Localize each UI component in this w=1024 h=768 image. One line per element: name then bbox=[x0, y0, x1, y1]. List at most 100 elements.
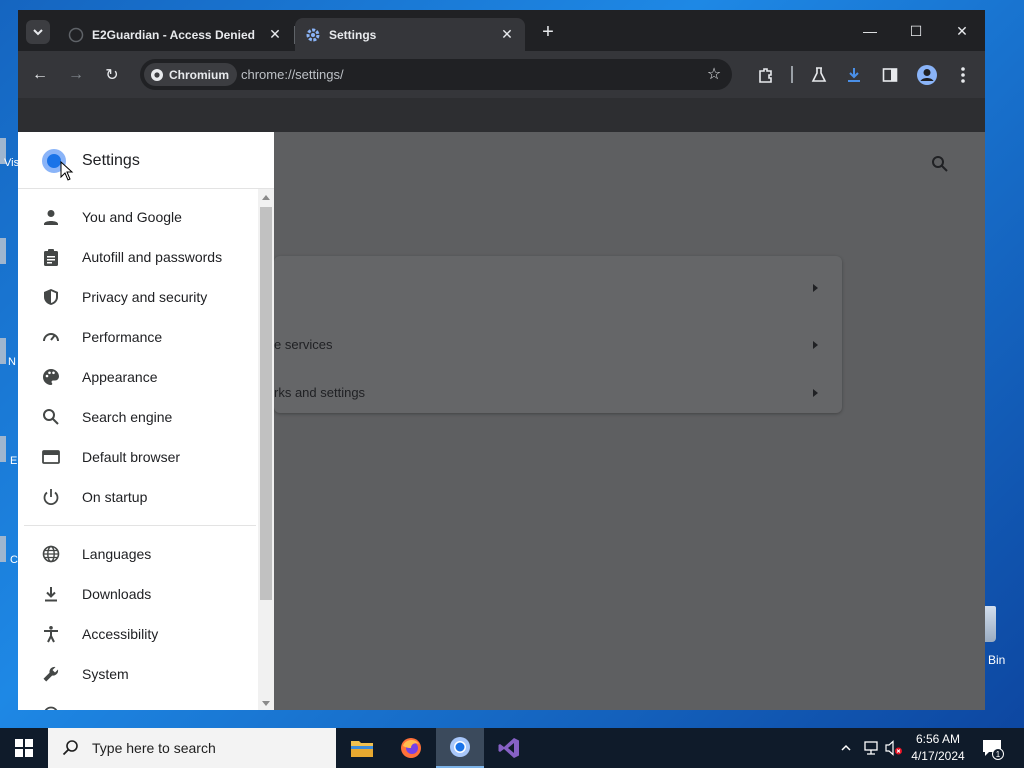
nav-item-accessibility[interactable]: Accessibility bbox=[18, 614, 256, 654]
nav-item-appearance[interactable]: Appearance bbox=[18, 357, 256, 397]
card-row-label: e services bbox=[274, 337, 333, 352]
reload-button[interactable]: ↻ bbox=[98, 61, 126, 89]
search-icon bbox=[932, 156, 948, 172]
chevron-down-icon bbox=[33, 29, 43, 36]
nav-item-system[interactable]: System bbox=[18, 654, 256, 694]
nav-item-reset[interactable] bbox=[18, 694, 256, 710]
arrow-right-icon bbox=[813, 389, 818, 397]
tab-e2guardian[interactable]: E2Guardian - Access Denied ✕ bbox=[58, 18, 293, 51]
notification-icon: 1 bbox=[983, 740, 1004, 760]
chromium-logo-icon bbox=[151, 68, 163, 81]
close-window-button[interactable]: ✕ bbox=[939, 16, 985, 46]
nav-item-label: Autofill and passwords bbox=[82, 249, 223, 265]
notification-center-button[interactable]: 1 bbox=[980, 736, 1004, 760]
show-hidden-icons-button[interactable] bbox=[836, 738, 856, 758]
desktop-icon-label: N bbox=[8, 356, 16, 368]
tab-title: E2Guardian - Access Denied bbox=[92, 27, 255, 42]
address-bar[interactable]: Chromium chrome://settings/ ☆ bbox=[140, 59, 732, 90]
close-tab-icon[interactable]: ✕ bbox=[497, 25, 517, 45]
volume-muted-icon bbox=[885, 740, 902, 756]
taskbar-search[interactable]: Type here to search bbox=[48, 728, 336, 768]
tab-title: Settings bbox=[329, 27, 377, 42]
flask-icon bbox=[811, 67, 827, 82]
nav-item-languages[interactable]: Languages bbox=[18, 534, 256, 574]
chevron-up-icon bbox=[841, 744, 851, 751]
arrow-right-icon bbox=[813, 341, 818, 349]
nav-item-default-browser[interactable]: Default browser bbox=[18, 437, 256, 477]
start-button[interactable] bbox=[0, 728, 48, 768]
nav-item-you-and-google[interactable]: You and Google bbox=[18, 197, 256, 237]
desktop-icon-label: Vis bbox=[4, 157, 20, 169]
url-text[interactable]: chrome://settings/ bbox=[241, 67, 344, 82]
toolbar-divider bbox=[791, 66, 793, 83]
card-row[interactable] bbox=[274, 268, 842, 308]
desktop-icon-fragment[interactable] bbox=[0, 338, 6, 364]
shield-icon bbox=[44, 289, 58, 305]
chromium-taskbar-button[interactable] bbox=[436, 728, 484, 768]
site-chip-label: Chromium bbox=[169, 67, 229, 82]
taskbar: Type here to search 6:56 AM 4/17/2024 1 bbox=[0, 728, 1024, 768]
card-row-label: rks and settings bbox=[274, 385, 366, 400]
nav-item-performance[interactable]: Performance bbox=[18, 317, 256, 357]
scrollbar-thumb[interactable] bbox=[260, 207, 272, 600]
nav-item-on-startup[interactable]: On startup bbox=[18, 477, 256, 517]
settings-page: e services rks and settings Settings You… bbox=[18, 132, 985, 710]
browser-window: E2Guardian - Access Denied ✕ Settings ✕ … bbox=[18, 10, 985, 710]
close-tab-icon[interactable]: ✕ bbox=[265, 25, 285, 45]
side-panel-button[interactable] bbox=[876, 61, 904, 89]
system-clock[interactable]: 6:56 AM 4/17/2024 bbox=[905, 731, 971, 765]
desktop-icon-fragment[interactable] bbox=[0, 536, 6, 562]
nav-item-label: On startup bbox=[82, 489, 148, 505]
menu-button[interactable] bbox=[949, 61, 977, 89]
extensions-button[interactable] bbox=[752, 61, 780, 89]
desktop-icon-fragment[interactable] bbox=[0, 238, 6, 264]
downloads-button[interactable] bbox=[840, 61, 868, 89]
tab-search-button[interactable] bbox=[26, 20, 50, 44]
visual-studio-icon bbox=[498, 738, 519, 758]
nav-item-downloads[interactable]: Downloads bbox=[18, 574, 256, 614]
forward-button[interactable]: → bbox=[62, 61, 90, 89]
recycle-bin-label: Bin bbox=[988, 653, 1006, 667]
network-button[interactable] bbox=[861, 738, 881, 758]
clock-time: 6:56 AM bbox=[915, 732, 961, 746]
clipboard-icon bbox=[44, 249, 58, 266]
gear-icon bbox=[306, 28, 320, 41]
file-explorer-button[interactable] bbox=[338, 728, 386, 768]
search-settings-button[interactable] bbox=[930, 154, 954, 178]
nav-item-label: Appearance bbox=[82, 369, 158, 385]
download-icon bbox=[848, 68, 860, 82]
profile-button[interactable] bbox=[913, 61, 941, 89]
tab-settings[interactable]: Settings ✕ bbox=[295, 18, 525, 51]
network-icon bbox=[864, 741, 878, 755]
scroll-down-icon[interactable] bbox=[262, 701, 270, 706]
maximize-button[interactable]: ☐ bbox=[893, 16, 939, 46]
palette-icon bbox=[43, 369, 59, 385]
firefox-button[interactable] bbox=[387, 728, 435, 768]
globe-icon bbox=[68, 27, 84, 42]
person-icon bbox=[44, 210, 58, 225]
volume-button[interactable] bbox=[884, 738, 904, 758]
desktop-icon-label: E bbox=[10, 455, 18, 467]
nav-item-search-engine[interactable]: Search engine bbox=[18, 397, 256, 437]
globe-icon bbox=[42, 545, 60, 563]
nav-item-privacy[interactable]: Privacy and security bbox=[18, 277, 256, 317]
drawer-scrollbar[interactable] bbox=[258, 189, 274, 710]
reset-icon bbox=[44, 706, 58, 710]
visual-studio-button[interactable] bbox=[485, 728, 533, 768]
labs-button[interactable] bbox=[805, 61, 833, 89]
nav-item-label: Privacy and security bbox=[82, 289, 208, 305]
scroll-up-icon[interactable] bbox=[262, 195, 270, 200]
browser-toolbar: ← → ↻ Chromium chrome://settings/ ☆ bbox=[18, 51, 985, 98]
minimize-button[interactable]: — bbox=[847, 16, 893, 46]
card-row[interactable]: e services bbox=[274, 325, 842, 365]
bookmark-star-icon[interactable]: ☆ bbox=[702, 62, 726, 86]
site-info-chip[interactable]: Chromium bbox=[144, 63, 237, 86]
card-row[interactable]: rks and settings bbox=[274, 373, 842, 413]
avatar-icon bbox=[917, 65, 937, 85]
desktop-icon-fragment[interactable] bbox=[0, 436, 6, 462]
back-button[interactable]: ← bbox=[26, 61, 54, 89]
nav-item-label: Accessibility bbox=[82, 626, 159, 642]
search-placeholder: Type here to search bbox=[92, 740, 216, 756]
nav-item-autofill[interactable]: Autofill and passwords bbox=[18, 237, 256, 277]
new-tab-button[interactable]: + bbox=[536, 20, 560, 44]
